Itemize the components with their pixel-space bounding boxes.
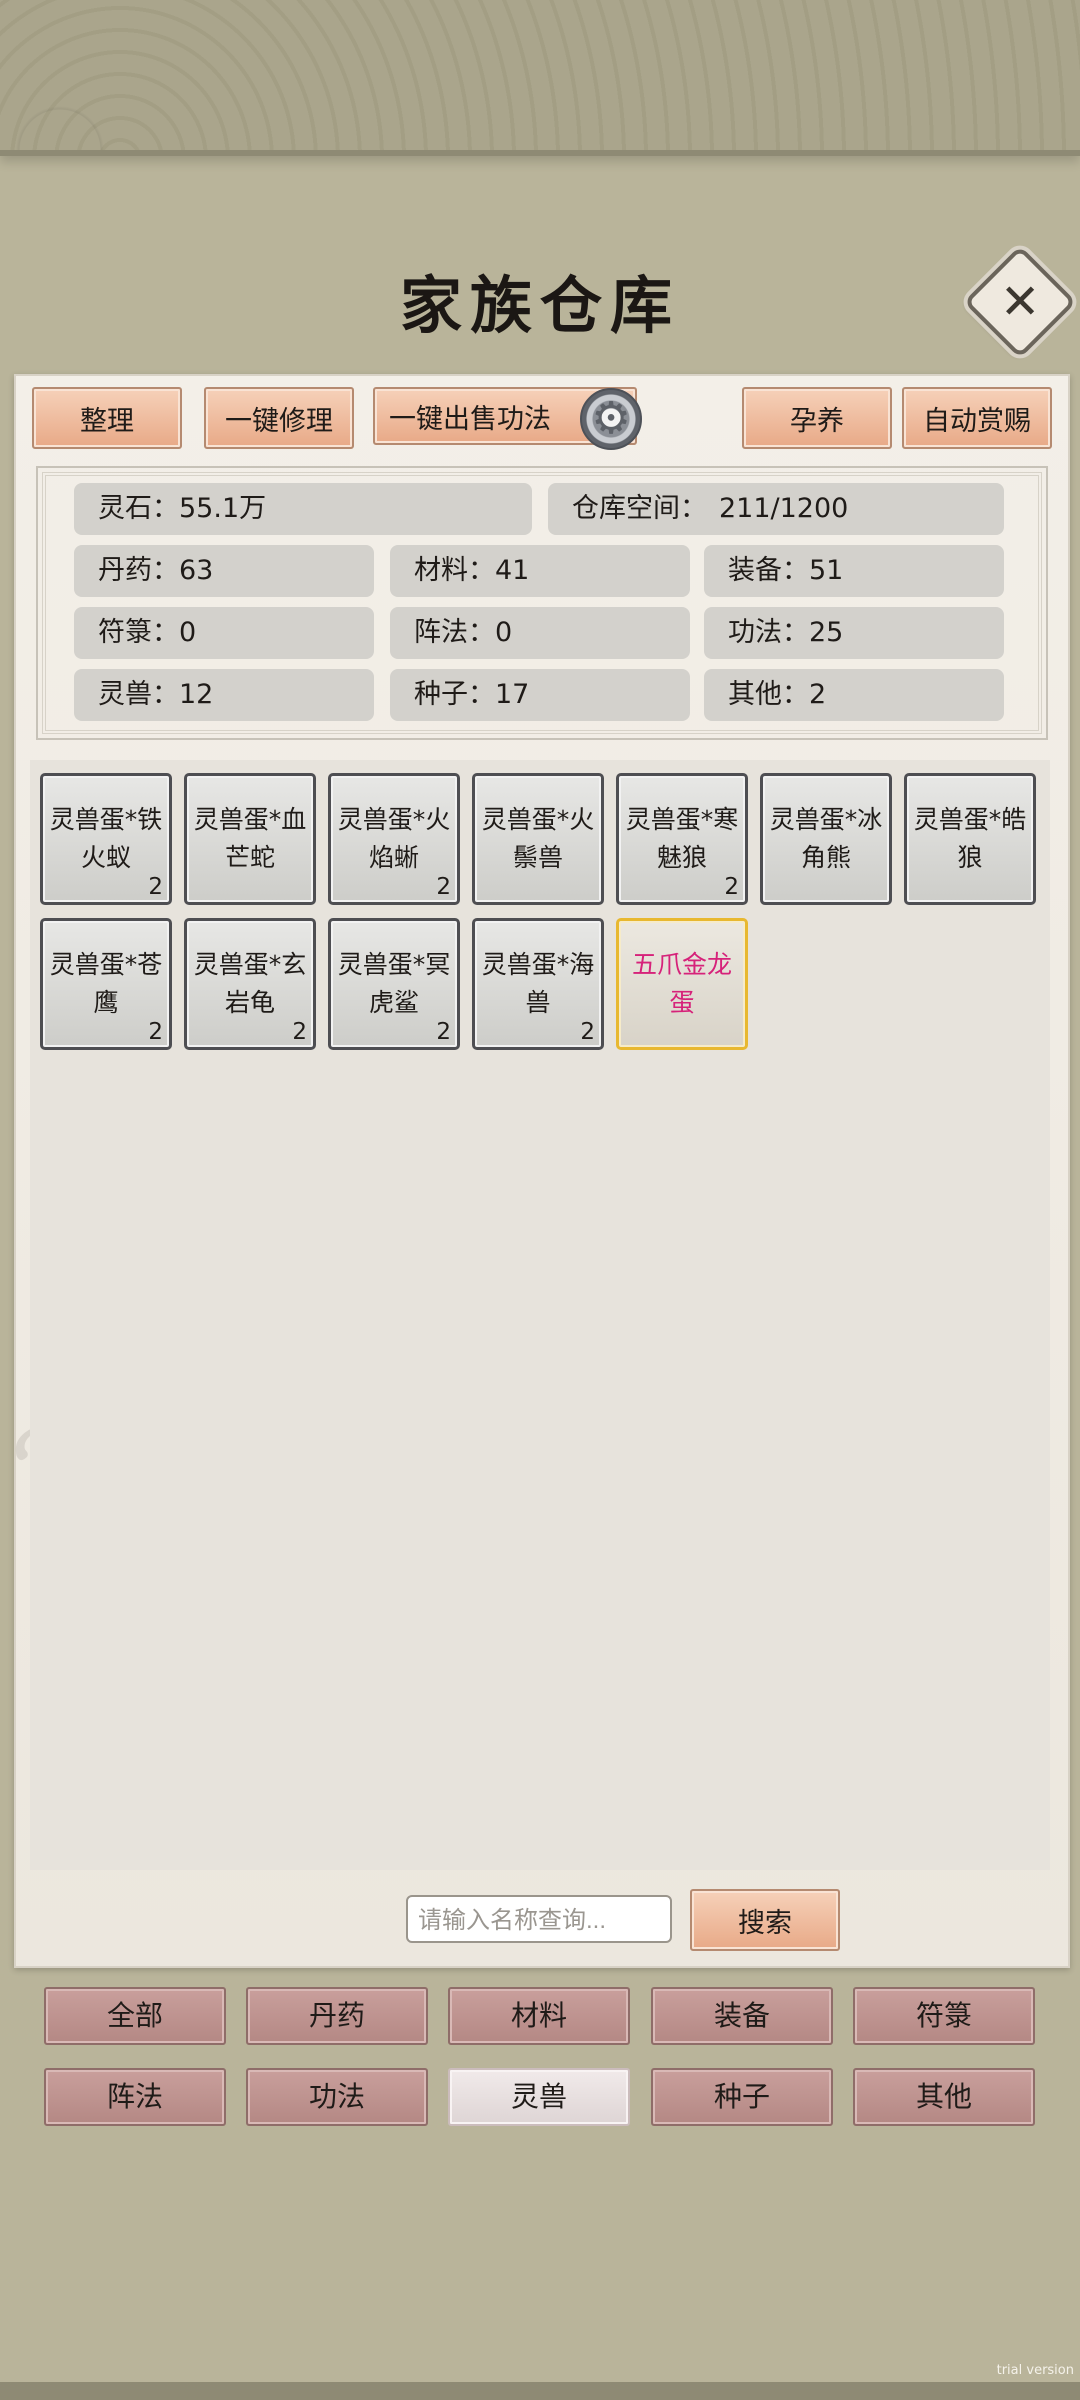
item-name: 灵兽蛋*冥虎鲨 (337, 950, 451, 1017)
item-count: 2 (148, 1019, 163, 1045)
stat-label: 符箓： (98, 617, 179, 648)
repair-all-button[interactable]: 一键修理 (204, 387, 354, 449)
stat-label: 阵法： (414, 617, 495, 648)
stat-equipment: 装备：51 (704, 545, 1004, 597)
stat-spirit-stone: 灵石：55.1万 (74, 483, 532, 535)
stat-label: 装备： (728, 555, 809, 586)
incubate-button[interactable]: 孕养 (742, 387, 892, 449)
stat-value: 2 (809, 679, 827, 710)
stat-others: 其他：2 (704, 669, 1004, 721)
item-name: 灵兽蛋*火焰蜥 (337, 805, 451, 872)
stat-label: 其他： (728, 679, 809, 710)
item-slot[interactable]: 灵兽蛋*皓狼 (904, 773, 1036, 905)
item-count: 2 (580, 1019, 595, 1045)
stat-label: 功法： (728, 617, 809, 648)
stat-beasts: 灵兽：12 (74, 669, 374, 721)
item-name: 灵兽蛋*苍鹰 (49, 950, 163, 1017)
tab-skills[interactable]: 功法 (246, 2068, 428, 2126)
tab-beasts[interactable]: 灵兽 (448, 2068, 630, 2126)
item-name: 灵兽蛋*火鬃兽 (481, 805, 595, 872)
item-name: 灵兽蛋*冰角熊 (769, 805, 883, 872)
stat-materials: 材料：41 (390, 545, 690, 597)
item-count: 2 (292, 1019, 307, 1045)
item-slot[interactable]: 灵兽蛋*火焰蜥 2 (328, 773, 460, 905)
item-slot[interactable]: 灵兽蛋*血芒蛇 (184, 773, 316, 905)
item-slot[interactable]: 灵兽蛋*火鬃兽 (472, 773, 604, 905)
search-input[interactable]: 请输入名称查询... (406, 1895, 672, 1943)
stat-value: 12 (179, 679, 214, 710)
item-slot[interactable]: 灵兽蛋*寒魅狼 2 (616, 773, 748, 905)
item-name: 灵兽蛋*寒魅狼 (625, 805, 739, 872)
stat-value: 41 (495, 555, 530, 586)
stat-formations: 阵法：0 (390, 607, 690, 659)
stat-value: 0 (179, 617, 197, 648)
stat-value: 55.1万 (179, 493, 267, 524)
stat-label: 材料： (414, 555, 495, 586)
tab-equipment[interactable]: 装备 (651, 1987, 833, 2045)
item-count: 2 (436, 1019, 451, 1045)
stat-value: 0 (495, 617, 513, 648)
tab-others[interactable]: 其他 (853, 2068, 1035, 2126)
item-name: 五爪金龙蛋 (631, 950, 732, 1017)
item-name: 灵兽蛋*铁火蚁 (49, 805, 163, 872)
auto-reward-button[interactable]: 自动赏赐 (902, 387, 1052, 449)
bottom-decorative-band (0, 2382, 1080, 2400)
stat-value: 51 (809, 555, 844, 586)
item-count: 2 (436, 874, 451, 900)
tab-formations[interactable]: 阵法 (44, 2068, 226, 2126)
gear-icon[interactable] (580, 388, 642, 450)
tab-seeds[interactable]: 种子 (651, 2068, 833, 2126)
stat-value: 17 (495, 679, 530, 710)
stat-skills: 功法：25 (704, 607, 1004, 659)
stat-storage-space: 仓库空间： 211/1200 (548, 483, 1004, 535)
stat-pills: 丹药：63 (74, 545, 374, 597)
item-count: 2 (724, 874, 739, 900)
item-name: 灵兽蛋*皓狼 (913, 805, 1027, 872)
tab-talismans[interactable]: 符箓 (853, 1987, 1035, 2045)
sort-button[interactable]: 整理 (32, 387, 182, 449)
item-name: 灵兽蛋*血芒蛇 (193, 805, 307, 872)
watermark: trial version (996, 2363, 1074, 2378)
stat-seeds: 种子：17 (390, 669, 690, 721)
item-slot[interactable]: 灵兽蛋*冰角熊 (760, 773, 892, 905)
stat-value: 25 (809, 617, 844, 648)
stat-label: 灵石： (98, 493, 179, 524)
stat-value: 63 (179, 555, 214, 586)
item-slot[interactable]: 灵兽蛋*玄岩龟 2 (184, 918, 316, 1050)
stat-talismans: 符箓：0 (74, 607, 374, 659)
item-slot[interactable]: 灵兽蛋*冥虎鲨 2 (328, 918, 460, 1050)
item-slot-rare[interactable]: 五爪金龙蛋 (616, 918, 748, 1050)
item-slot[interactable]: 灵兽蛋*海兽 2 (472, 918, 604, 1050)
stat-label: 种子： (414, 679, 495, 710)
tab-pills[interactable]: 丹药 (246, 1987, 428, 2045)
close-icon: ✕ (999, 274, 1041, 330)
item-name: 灵兽蛋*海兽 (481, 950, 595, 1017)
search-button[interactable]: 搜索 (690, 1889, 840, 1951)
stat-label: 丹药： (98, 555, 179, 586)
item-count: 2 (148, 874, 163, 900)
page-title: 家族仓库 (399, 269, 680, 342)
tab-materials[interactable]: 材料 (448, 1987, 630, 2045)
item-name: 灵兽蛋*玄岩龟 (193, 950, 307, 1017)
item-slot[interactable]: 灵兽蛋*苍鹰 2 (40, 918, 172, 1050)
top-decorative-band (0, 0, 1080, 156)
stat-label: 灵兽： (98, 679, 179, 710)
item-slot[interactable]: 灵兽蛋*铁火蚁 2 (40, 773, 172, 905)
stat-label: 仓库空间： (572, 493, 707, 524)
tab-all[interactable]: 全部 (44, 1987, 226, 2045)
stat-value: 211/1200 (719, 493, 849, 524)
